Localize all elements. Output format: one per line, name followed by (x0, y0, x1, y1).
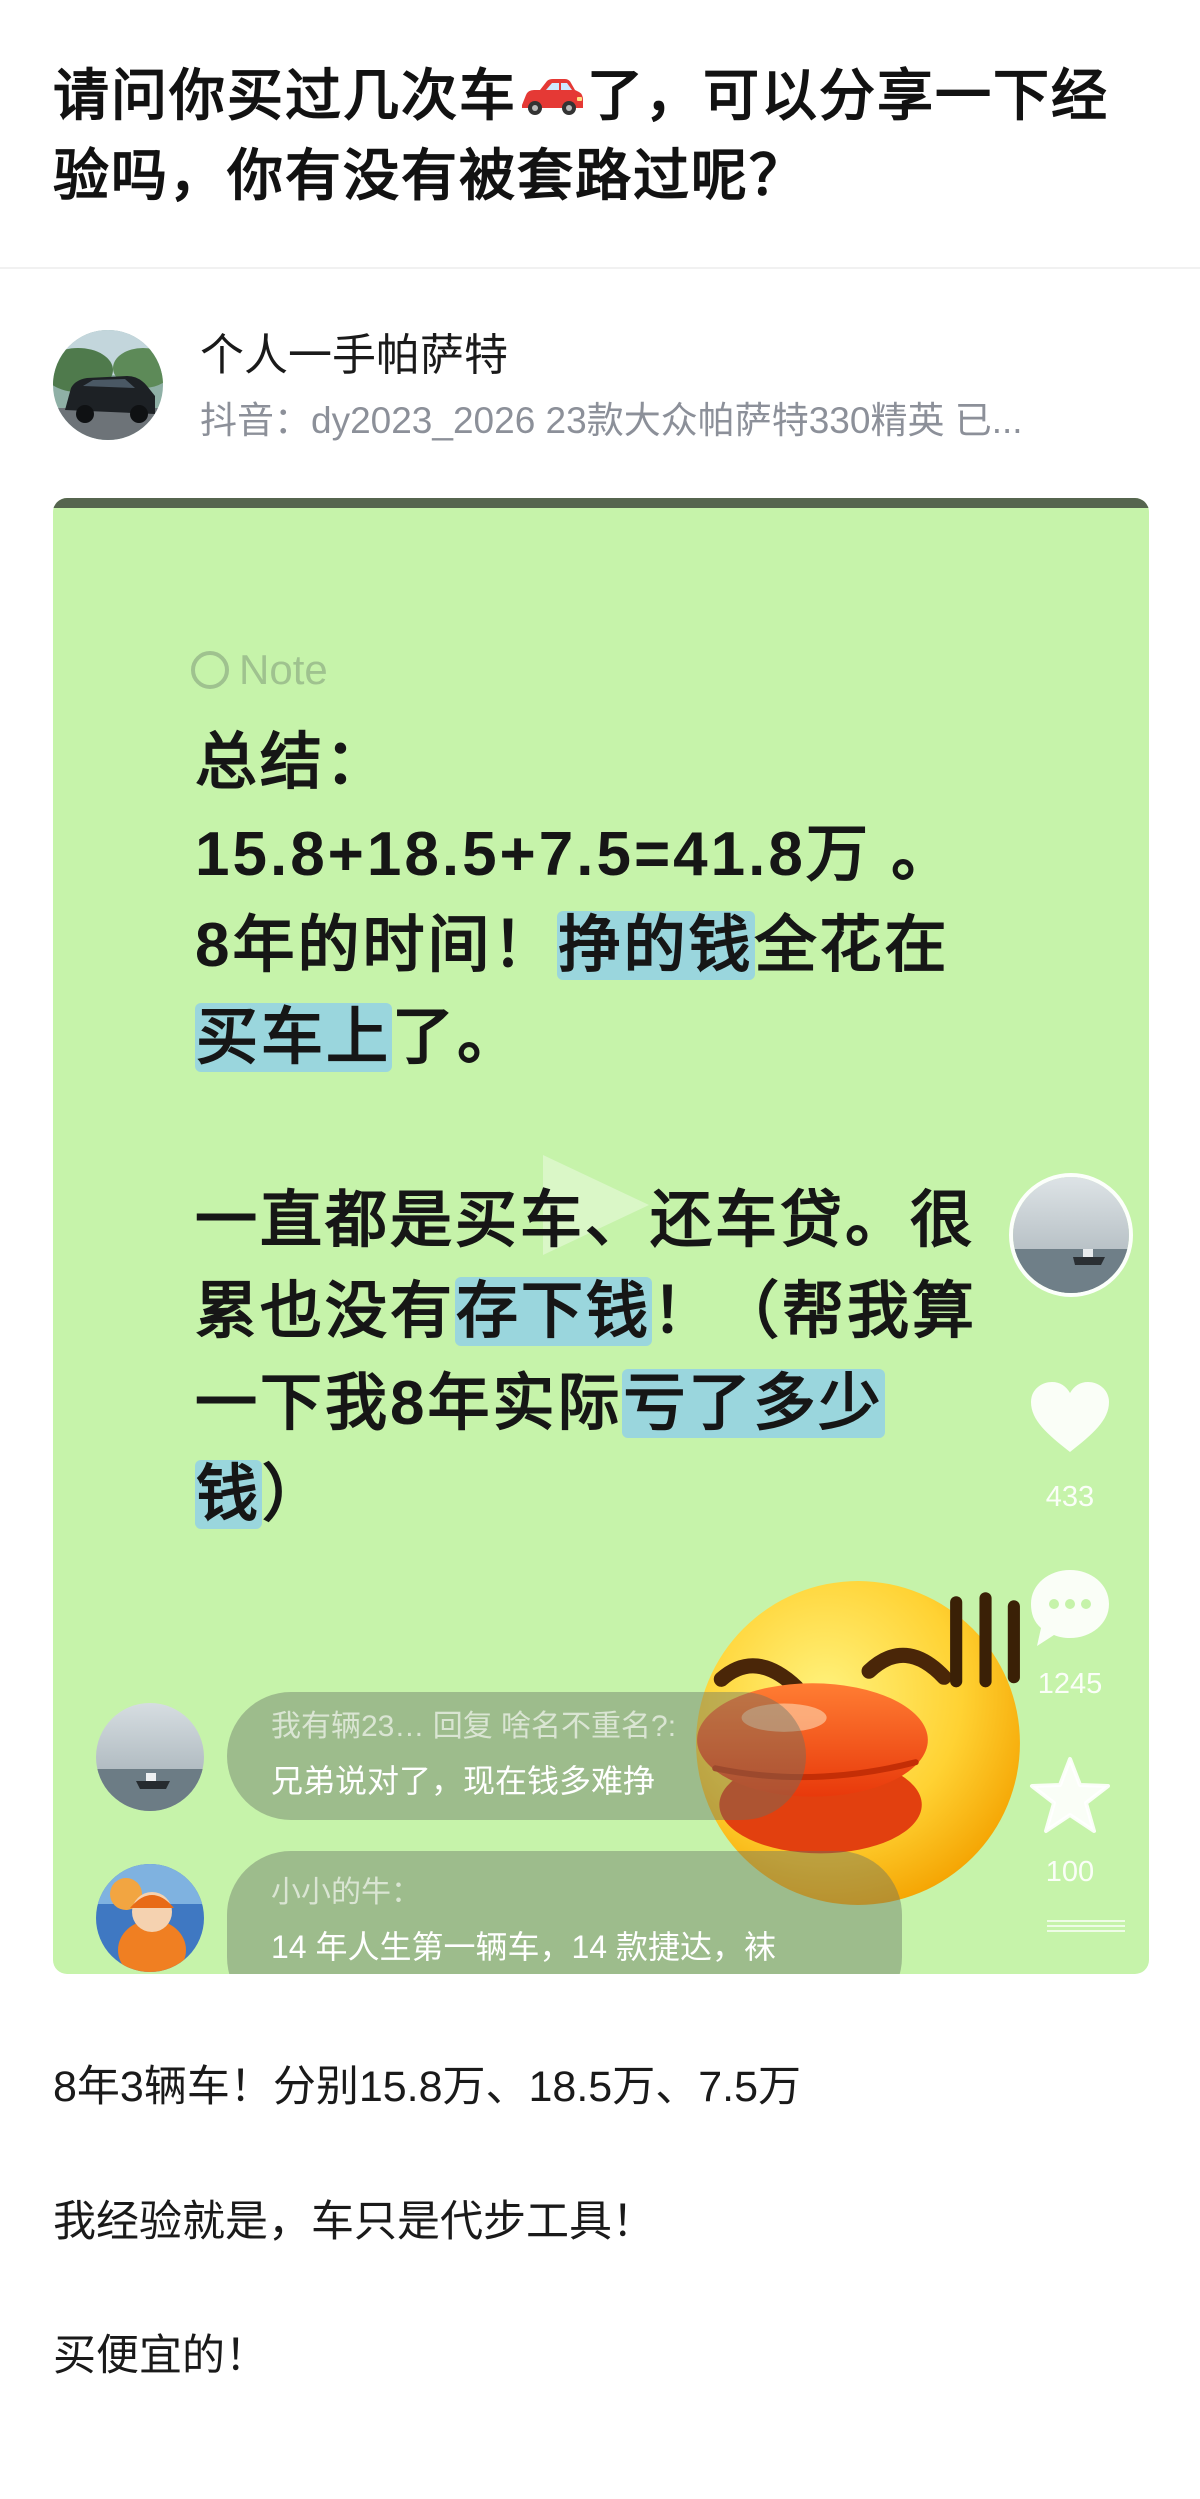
note-text-segment: 8年的时间！ (195, 911, 558, 980)
heart-icon[interactable] (1027, 1378, 1113, 1456)
commenter-avatar[interactable] (96, 1703, 204, 1811)
card-top-strip (53, 498, 1149, 508)
highlighted-text: 亏了多少 (622, 1368, 885, 1438)
note-label: Note (191, 645, 328, 695)
star-icon[interactable] (1029, 1756, 1111, 1836)
note-line: 钱） (195, 1449, 1055, 1541)
note-text: 总结： 15.8+18.5+7.5=41.8万 。 8年的时间！挣的钱全花在 买… (195, 717, 1055, 1541)
note-line: 累也没有存下钱！（帮我算 (195, 1266, 1055, 1358)
note-text-segment: 15.8+18.5+7.5=41.8万 。 (195, 819, 957, 889)
comment-header: 我有辆23… 回复 啥名不重名?: (271, 1710, 677, 1743)
commenter-avatar[interactable] (96, 1864, 204, 1972)
note-text-segment: 全花在 (754, 911, 950, 980)
note-text-segment: 一直都是买车、还车贷。很 (195, 1185, 976, 1255)
creator-avatar[interactable] (1009, 1173, 1133, 1297)
note-text-segment: ） (262, 1460, 328, 1529)
post-title-text-start: 请问你买过几次车 (53, 64, 517, 127)
note-text-segment: 累也没有 (195, 1277, 456, 1346)
highlighted-text: 钱 (195, 1460, 263, 1529)
post-title: 请问你买过几次车 了，可以分享一下经验吗，你有没有被套路过呢？ (53, 56, 1138, 216)
like-count: 433 (1045, 1481, 1095, 1513)
comment-icon[interactable] (1027, 1566, 1113, 1650)
author-bio: 抖音：dy2023_2026 23款大众帕萨特330精英 已... (200, 400, 1023, 441)
highlighted-text: 买车上 (195, 1002, 393, 1072)
note-text-segment: 一下我8年实际 (195, 1368, 623, 1438)
comment-bubble[interactable]: 小小的牛： 14 年人生第一辆车，14 款捷达，袜 (227, 1851, 902, 1974)
note-line: 买车上了。 (195, 992, 1055, 1084)
note-line: 总结： (195, 717, 1055, 809)
body-paragraph: 买便宜的！ (53, 2332, 268, 2380)
highlighted-text: 挣的钱 (557, 911, 755, 980)
note-text-segment: 总结： (195, 728, 391, 797)
comment-bubble[interactable]: 我有辆23… 回复 啥名不重名?: 兄弟说对了，现在钱多难挣 (227, 1692, 806, 1820)
note-line: 8年的时间！挣的钱全花在 (195, 900, 1055, 992)
note-line: 一直都是买车、还车贷。很 (195, 1175, 1055, 1267)
car-icon (519, 60, 585, 115)
highlighted-text: 存下钱 (455, 1277, 653, 1346)
author-name[interactable]: 个人一手帕萨特 (200, 328, 508, 384)
comment-text: 兄弟说对了，现在钱多难挣 (271, 1763, 656, 1799)
more-lines-icon (1045, 1918, 1127, 1934)
note-image-card[interactable]: Note 总结： 15.8+18.5+7.5=41.8万 。 8年的时间！挣的钱… (53, 498, 1149, 1974)
body-paragraph: 8年3辆车！分别15.8万、18.5万、7.5万 (53, 2063, 801, 2111)
note-line: 一下我8年实际亏了多少 (195, 1358, 1055, 1450)
note-text-segment: ！（帮我算 (652, 1277, 978, 1346)
comment-count: 1245 (1037, 1668, 1103, 1700)
comment-header: 小小的牛： (271, 1876, 421, 1909)
note-text-segment: 了。 (392, 1002, 523, 1072)
note-line: 15.8+18.5+7.5=41.8万 。 (195, 809, 1055, 901)
body-paragraph: 我经验就是，车只是代步工具！ (53, 2198, 655, 2246)
comment-text: 14 年人生第一辆车，14 款捷达，袜 (271, 1929, 776, 1965)
favorite-count: 100 (1045, 1856, 1095, 1888)
note-label-text: Note (239, 646, 328, 693)
note-blank-line (195, 1083, 1055, 1175)
circle-icon (191, 651, 229, 689)
title-divider (0, 267, 1200, 269)
author-avatar[interactable] (53, 330, 163, 440)
